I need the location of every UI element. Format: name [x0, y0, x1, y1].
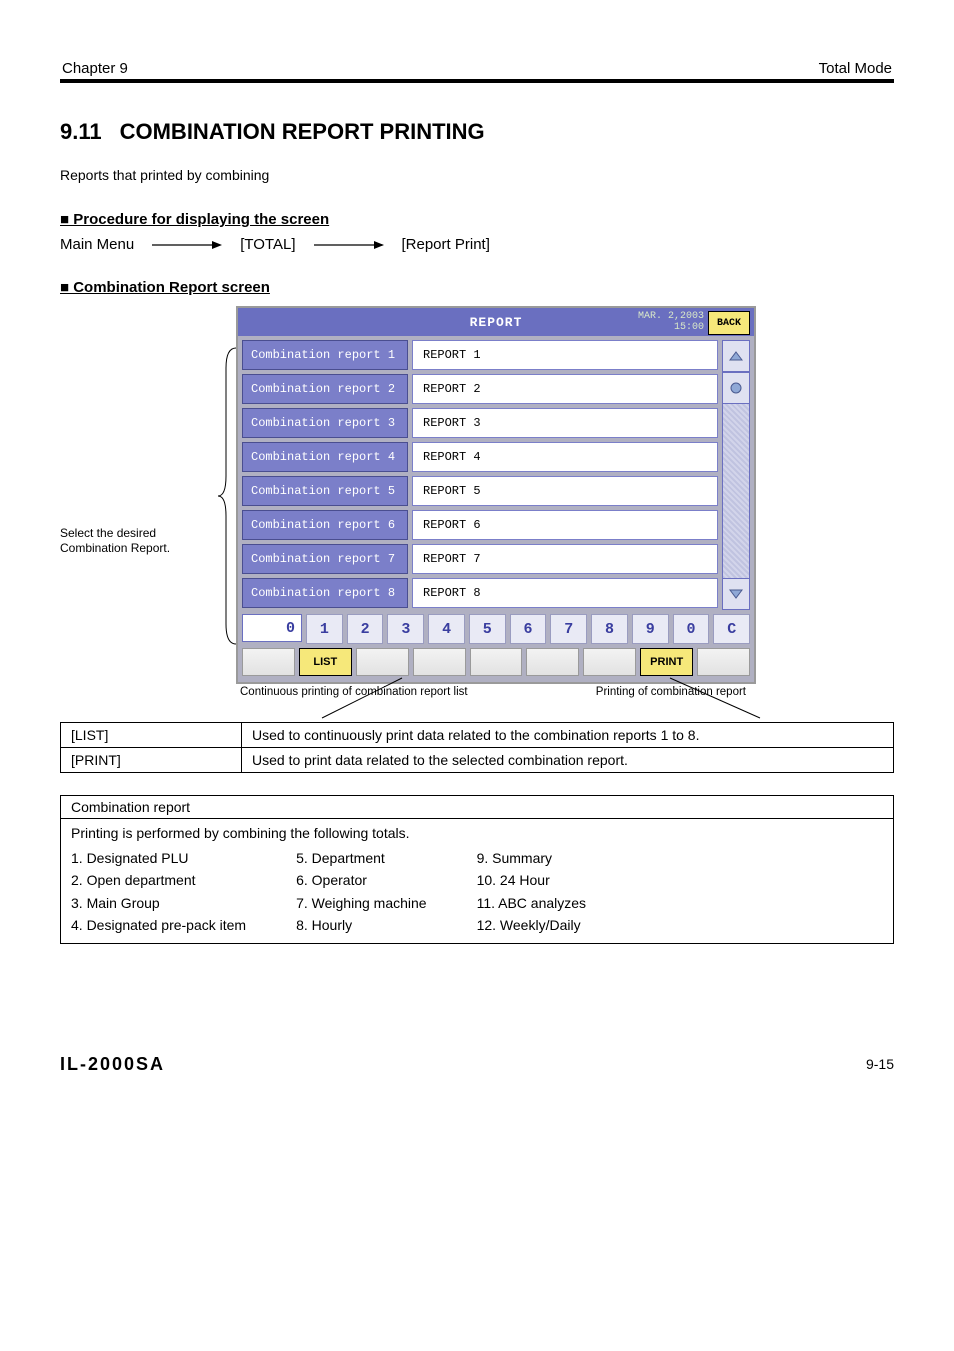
- list-button[interactable]: LIST: [299, 648, 352, 676]
- combo-item: 7. Weighing machine: [296, 892, 426, 914]
- report-row[interactable]: Combination report 1REPORT 1: [242, 340, 718, 370]
- combination-report-head: Combination report: [61, 796, 893, 819]
- combo-item: 8. Hourly: [296, 914, 426, 936]
- report-row-value[interactable]: REPORT 7: [412, 544, 718, 574]
- scroll-track[interactable]: [722, 404, 750, 578]
- combo-item: 2. Open department: [71, 869, 246, 891]
- report-row-value[interactable]: REPORT 8: [412, 578, 718, 608]
- procedure-step-3: [Report Print]: [402, 236, 490, 253]
- report-row-value[interactable]: REPORT 1: [412, 340, 718, 370]
- combo-item: 10. 24 Hour: [477, 869, 586, 891]
- combination-report-box: Combination report Printing is performed…: [60, 795, 894, 944]
- arrow-icon: [314, 239, 384, 251]
- digit-key-0[interactable]: 0: [673, 614, 710, 644]
- scroll-up-icon[interactable]: [722, 340, 750, 372]
- left-caption: Select the desired Combination Report.: [60, 526, 196, 556]
- callout-print: Printing of combination report: [490, 686, 750, 698]
- report-row-value[interactable]: REPORT 5: [412, 476, 718, 506]
- procedure-heading: ■ Procedure for displaying the screen: [60, 211, 894, 228]
- report-row-label[interactable]: Combination report 4: [242, 442, 408, 472]
- print-button[interactable]: PRINT: [640, 648, 693, 676]
- table-value: Used to print data related to the select…: [242, 748, 894, 773]
- digit-key-2[interactable]: 2: [347, 614, 384, 644]
- combination-report-lead: Printing is performed by combining the f…: [71, 825, 883, 841]
- arrow-icon: [152, 239, 222, 251]
- blank-tab-3[interactable]: [413, 648, 466, 676]
- brace-icon: [224, 348, 238, 644]
- digit-key-6[interactable]: 6: [510, 614, 547, 644]
- back-button[interactable]: BACK: [708, 311, 750, 335]
- section-number: 9.11: [60, 119, 102, 145]
- combo-item: 1. Designated PLU: [71, 847, 246, 869]
- report-row[interactable]: Combination report 4REPORT 4: [242, 442, 718, 472]
- section-intro: Reports that printed by combining: [60, 167, 894, 183]
- combo-item: 4. Designated pre-pack item: [71, 914, 246, 936]
- procedure-step-1: Main Menu: [60, 236, 134, 253]
- callout-list: Continuous printing of combination repor…: [230, 686, 490, 698]
- combo-column: 9. Summary10. 24 Hour11. ABC analyzes12.…: [477, 847, 586, 937]
- table-value: Used to continuously print data related …: [242, 723, 894, 748]
- digit-key-3[interactable]: 3: [387, 614, 424, 644]
- screen-datetime: MAR. 2,2003 15:00: [638, 311, 704, 333]
- blank-tab-1[interactable]: [242, 648, 295, 676]
- digit-key-4[interactable]: 4: [428, 614, 465, 644]
- combo-column: 5. Department6. Operator7. Weighing mach…: [296, 847, 426, 937]
- header-rule: [60, 79, 894, 83]
- report-row[interactable]: Combination report 3REPORT 3: [242, 408, 718, 438]
- combo-item: 5. Department: [296, 847, 426, 869]
- keypad-display: 0: [242, 614, 302, 642]
- report-row[interactable]: Combination report 8REPORT 8: [242, 578, 718, 608]
- blank-tab-2[interactable]: [356, 648, 409, 676]
- combo-item: 11. ABC analyzes: [477, 892, 586, 914]
- combo-column: 1. Designated PLU2. Open department3. Ma…: [71, 847, 246, 937]
- report-row[interactable]: Combination report 6REPORT 6: [242, 510, 718, 540]
- report-row-value[interactable]: REPORT 4: [412, 442, 718, 472]
- scrollbar[interactable]: [722, 340, 750, 610]
- report-row[interactable]: Combination report 5REPORT 5: [242, 476, 718, 506]
- digit-key-7[interactable]: 7: [550, 614, 587, 644]
- clear-key[interactable]: C: [713, 614, 750, 644]
- footer-page-number: 9-15: [866, 1056, 894, 1072]
- table-key: [PRINT]: [61, 748, 242, 773]
- report-row-value[interactable]: REPORT 3: [412, 408, 718, 438]
- report-row-label[interactable]: Combination report 3: [242, 408, 408, 438]
- scroll-down-icon[interactable]: [722, 578, 750, 610]
- digit-key-9[interactable]: 9: [632, 614, 669, 644]
- screenshot-titlebar: REPORT MAR. 2,2003 15:00 BACK: [238, 308, 754, 336]
- combo-item: 12. Weekly/Daily: [477, 914, 586, 936]
- report-row-value[interactable]: REPORT 2: [412, 374, 718, 404]
- report-row-label[interactable]: Combination report 5: [242, 476, 408, 506]
- combo-item: 9. Summary: [477, 847, 586, 869]
- section-title: COMBINATION REPORT PRINTING: [120, 119, 485, 145]
- report-row[interactable]: Combination report 7REPORT 7: [242, 544, 718, 574]
- digit-key-1[interactable]: 1: [306, 614, 343, 644]
- report-row-label[interactable]: Combination report 6: [242, 510, 408, 540]
- report-row-value[interactable]: REPORT 6: [412, 510, 718, 540]
- report-row-label[interactable]: Combination report 1: [242, 340, 408, 370]
- report-row-label[interactable]: Combination report 8: [242, 578, 408, 608]
- chapter-left: Chapter 9: [62, 60, 128, 77]
- combo-item: 6. Operator: [296, 869, 426, 891]
- button-description-table: [LIST]Used to continuously print data re…: [60, 722, 894, 773]
- combo-item: 3. Main Group: [71, 892, 246, 914]
- digit-key-5[interactable]: 5: [469, 614, 506, 644]
- screen-heading: ■ Combination Report screen: [60, 279, 894, 296]
- chapter-right: Total Mode: [819, 60, 892, 77]
- report-row-label[interactable]: Combination report 2: [242, 374, 408, 404]
- procedure-row: Main Menu [TOTAL] [Report Print]: [60, 236, 894, 253]
- procedure-step-2: [TOTAL]: [240, 236, 295, 253]
- blank-tab-4[interactable]: [470, 648, 523, 676]
- blank-tab-5[interactable]: [526, 648, 579, 676]
- report-row-label[interactable]: Combination report 7: [242, 544, 408, 574]
- blank-tab-6[interactable]: [583, 648, 636, 676]
- footer-model: IL-2000SA: [60, 1054, 165, 1075]
- table-key: [LIST]: [61, 723, 242, 748]
- blank-tab-7[interactable]: [697, 648, 750, 676]
- screenshot-report-screen: REPORT MAR. 2,2003 15:00 BACK Combinatio…: [236, 306, 756, 684]
- scroll-indicator-icon: [722, 372, 750, 404]
- digit-key-8[interactable]: 8: [591, 614, 628, 644]
- report-row[interactable]: Combination report 2REPORT 2: [242, 374, 718, 404]
